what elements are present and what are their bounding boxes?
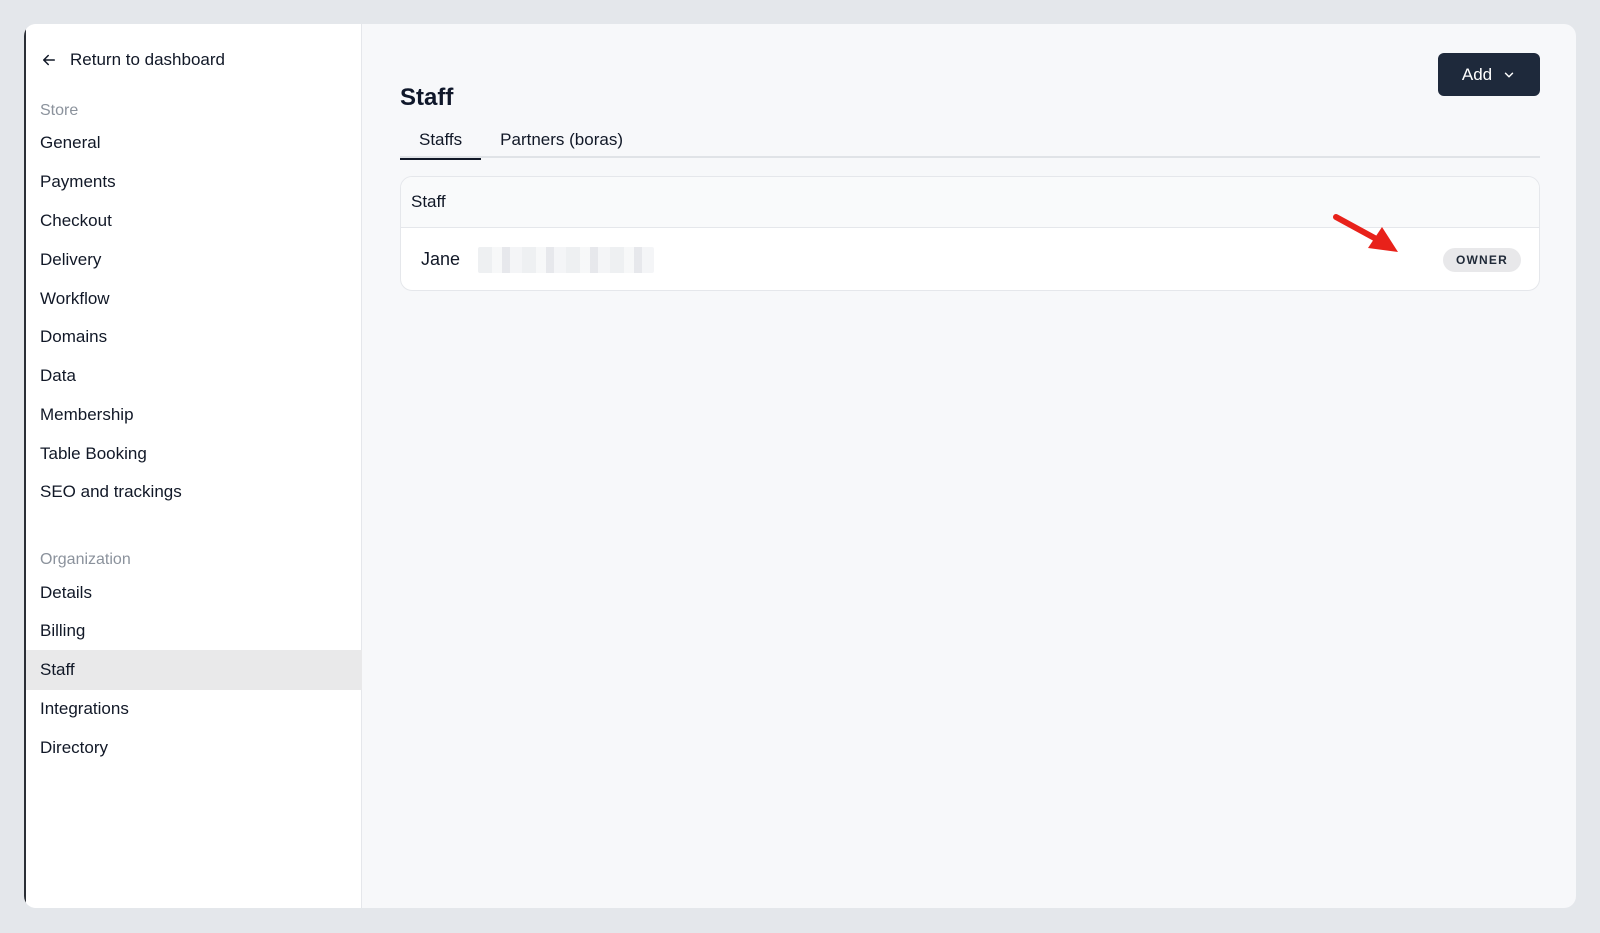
chevron-down-icon: [1504, 72, 1514, 77]
redacted-email: [478, 246, 655, 273]
main-content: Staff Add Staffs Partners (boras) Staff …: [362, 24, 1576, 908]
page-title: Staff: [400, 84, 454, 111]
sidebar-item-data[interactable]: Data: [26, 356, 362, 396]
sidebar-item-directory[interactable]: Directory: [26, 728, 362, 768]
return-to-dashboard-label: Return to dashboard: [70, 50, 225, 69]
tab-partners[interactable]: Partners (boras): [481, 122, 642, 158]
annotation-arrow-icon: [1333, 214, 1398, 252]
staff-tabs: Staffs Partners (boras): [400, 122, 1540, 160]
sidebar-item-domains[interactable]: Domains: [26, 317, 362, 357]
store-section-label: Store: [40, 102, 79, 119]
sidebar-item-membership[interactable]: Membership: [26, 395, 362, 435]
arrow-left-icon: [43, 54, 55, 66]
app-window: Return to dashboard Store General Paymen…: [24, 24, 1576, 908]
return-to-dashboard-link[interactable]: Return to dashboard: [40, 50, 225, 70]
settings-sidebar: Return to dashboard Store General Paymen…: [24, 24, 362, 908]
organization-section-label: Organization: [40, 551, 131, 568]
sidebar-item-workflow[interactable]: Workflow: [26, 279, 362, 319]
role-badge: OWNER: [1443, 247, 1521, 272]
sidebar-item-table-booking[interactable]: Table Booking: [26, 434, 362, 474]
sidebar-item-integrations[interactable]: Integrations: [26, 689, 362, 729]
staff-name: Jane: [421, 249, 461, 269]
sidebar-item-payments[interactable]: Payments: [26, 162, 362, 202]
tab-staffs[interactable]: Staffs: [400, 122, 482, 160]
sidebar-item-details[interactable]: Details: [26, 573, 362, 613]
add-button-label: Add: [1461, 64, 1493, 84]
sidebar-item-staff[interactable]: Staff: [26, 650, 362, 690]
sidebar-item-checkout[interactable]: Checkout: [26, 201, 362, 241]
sidebar-item-general[interactable]: General: [26, 123, 362, 163]
sidebar-item-seo-and-trackings[interactable]: SEO and trackings: [26, 472, 362, 512]
sidebar-item-delivery[interactable]: Delivery: [26, 240, 362, 280]
add-button[interactable]: Add: [1438, 53, 1540, 96]
sidebar-item-billing[interactable]: Billing: [26, 611, 362, 651]
